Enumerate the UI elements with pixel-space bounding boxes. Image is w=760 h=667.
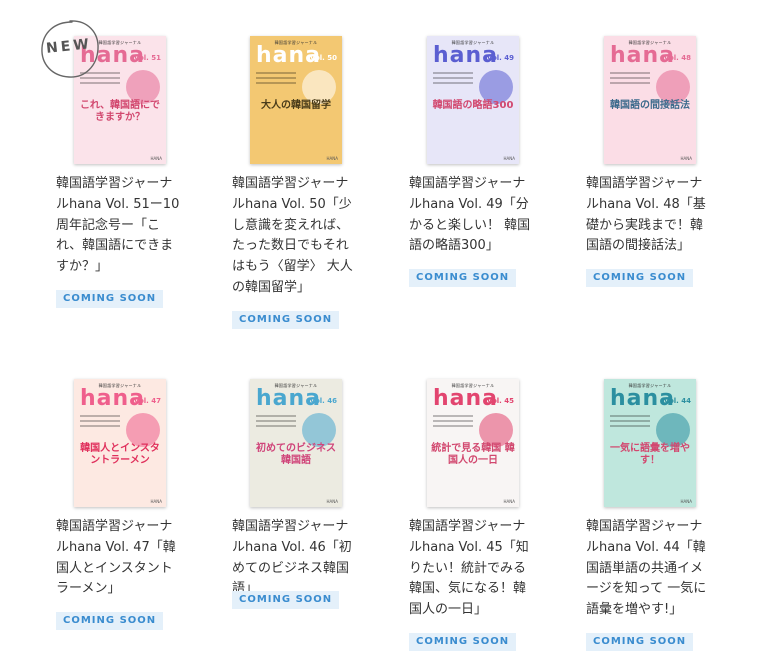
book-cover[interactable]: 韓国語学習ジャーナル hana Vol. 48 韓国語の間接話法 HANA bbox=[604, 36, 696, 164]
cover-publisher-mark: HANA bbox=[680, 499, 692, 504]
cover-text-lines bbox=[433, 415, 473, 430]
book-title-link[interactable]: 韓国語学習ジャーナルhana Vol. 49「分かると楽しい！ 韓国語の略語30… bbox=[409, 174, 537, 257]
cover-volume: Vol. 51 bbox=[133, 54, 161, 62]
book-cover[interactable]: 韓国語学習ジャーナル hana Vol. 44 一気に語彙を増やす！ HANA bbox=[604, 379, 696, 507]
coming-soon-badge: COMING SOON bbox=[56, 612, 164, 630]
cover-illustration bbox=[656, 413, 690, 447]
book-title-link[interactable]: 韓国語学習ジャーナルhana Vol. 46「初めてのビジネス韓国語」 bbox=[232, 517, 360, 600]
coming-soon-badge: COMING SOON bbox=[586, 269, 694, 287]
cover-feature-title: 韓国語の間接話法 bbox=[610, 100, 690, 111]
book-title-link[interactable]: 韓国語学習ジャーナルhana Vol. 44「韓国語単語の共通イメージを知って … bbox=[586, 517, 714, 621]
cover-illustration bbox=[302, 413, 336, 447]
coming-soon-badge: COMING SOON bbox=[56, 290, 164, 308]
cover-feature-title: これ、韓国語にできますか？ bbox=[79, 100, 161, 123]
cover-feature-title: 一気に語彙を増やす！ bbox=[610, 443, 690, 466]
cover-volume: Vol. 47 bbox=[133, 397, 161, 405]
cover-text-lines bbox=[610, 72, 650, 87]
cover-illustration bbox=[656, 70, 690, 104]
cover-feature-title: 韓国人とインスタントラーメン bbox=[80, 443, 160, 466]
cover-text-lines bbox=[610, 415, 650, 430]
cover-text-lines bbox=[256, 415, 296, 430]
cover-volume: Vol. 46 bbox=[309, 397, 337, 405]
cover-publisher-mark: HANA bbox=[150, 156, 162, 161]
book-title-link[interactable]: 韓国語学習ジャーナルhana Vol. 48「基礎から実践まで！韓国語の間接話法… bbox=[586, 174, 714, 257]
cover-feature-title: 初めてのビジネス韓国語 bbox=[256, 443, 336, 466]
book-cover[interactable]: 韓国語学習ジャーナル hana Vol. 46 初めてのビジネス韓国語 HANA bbox=[250, 379, 342, 507]
coming-soon-badge: COMING SOON bbox=[232, 311, 340, 329]
cover-publisher-mark: HANA bbox=[680, 156, 692, 161]
cover-publisher-mark: HANA bbox=[503, 156, 515, 161]
book-title-link[interactable]: 韓国語学習ジャーナルhana Vol. 47「韓国人とインスタントラーメン」 bbox=[56, 517, 184, 600]
cover-illustration bbox=[126, 413, 160, 447]
coming-soon-badge: COMING SOON bbox=[232, 591, 340, 609]
cover-publisher-mark: HANA bbox=[326, 156, 338, 161]
coming-soon-badge: COMING SOON bbox=[409, 269, 517, 287]
cover-illustration bbox=[479, 70, 513, 104]
book-cover[interactable]: 韓国語学習ジャーナル hana Vol. 45 統計で見る韓国 韓国人の一日 H… bbox=[427, 379, 519, 507]
book-title-link[interactable]: 韓国語学習ジャーナルhana Vol. 50「少し意識を変えれば、たった数日でも… bbox=[232, 174, 360, 299]
cover-illustration bbox=[479, 413, 513, 447]
cover-illustration bbox=[126, 70, 160, 104]
coming-soon-badge: COMING SOON bbox=[409, 633, 517, 651]
cover-text-lines bbox=[80, 415, 120, 430]
book-grid: 韓国語学習ジャーナル hana Vol. 51 これ、韓国語にできますか？ HA… bbox=[0, 0, 760, 667]
cover-illustration bbox=[302, 70, 336, 104]
book-cover[interactable]: 韓国語学習ジャーナル hana Vol. 49 韓国語の略語300 HANA bbox=[427, 36, 519, 164]
book-title-link[interactable]: 韓国語学習ジャーナルhana Vol. 45「知りたい！統計でみる韓国、気になる… bbox=[409, 517, 537, 621]
book-title-link[interactable]: 韓国語学習ジャーナルhana Vol. 51ー10周年記念号ー「これ、韓国語にで… bbox=[56, 174, 184, 278]
cover-publisher-mark: HANA bbox=[150, 499, 162, 504]
cover-volume: Vol. 50 bbox=[309, 54, 337, 62]
book-cover[interactable]: 韓国語学習ジャーナル hana Vol. 47 韓国人とインスタントラーメン H… bbox=[74, 379, 166, 507]
coming-soon-badge: COMING SOON bbox=[586, 633, 694, 651]
cover-publisher-mark: HANA bbox=[326, 499, 338, 504]
cover-feature-title: 韓国語の略語300 bbox=[432, 100, 514, 111]
cover-publisher-mark: HANA bbox=[503, 499, 515, 504]
cover-volume: Vol. 45 bbox=[486, 397, 514, 405]
cover-volume: Vol. 48 bbox=[663, 54, 691, 62]
cover-text-lines bbox=[256, 72, 296, 87]
cover-text-lines bbox=[433, 72, 473, 87]
cover-feature-title: 統計で見る韓国 韓国人の一日 bbox=[431, 443, 515, 466]
cover-volume: Vol. 44 bbox=[663, 397, 691, 405]
book-cover[interactable]: 韓国語学習ジャーナル hana Vol. 50 大人の韓国留学 HANA bbox=[250, 36, 342, 164]
cover-volume: Vol. 49 bbox=[486, 54, 514, 62]
cover-feature-title: 大人の韓国留学 bbox=[261, 100, 331, 111]
